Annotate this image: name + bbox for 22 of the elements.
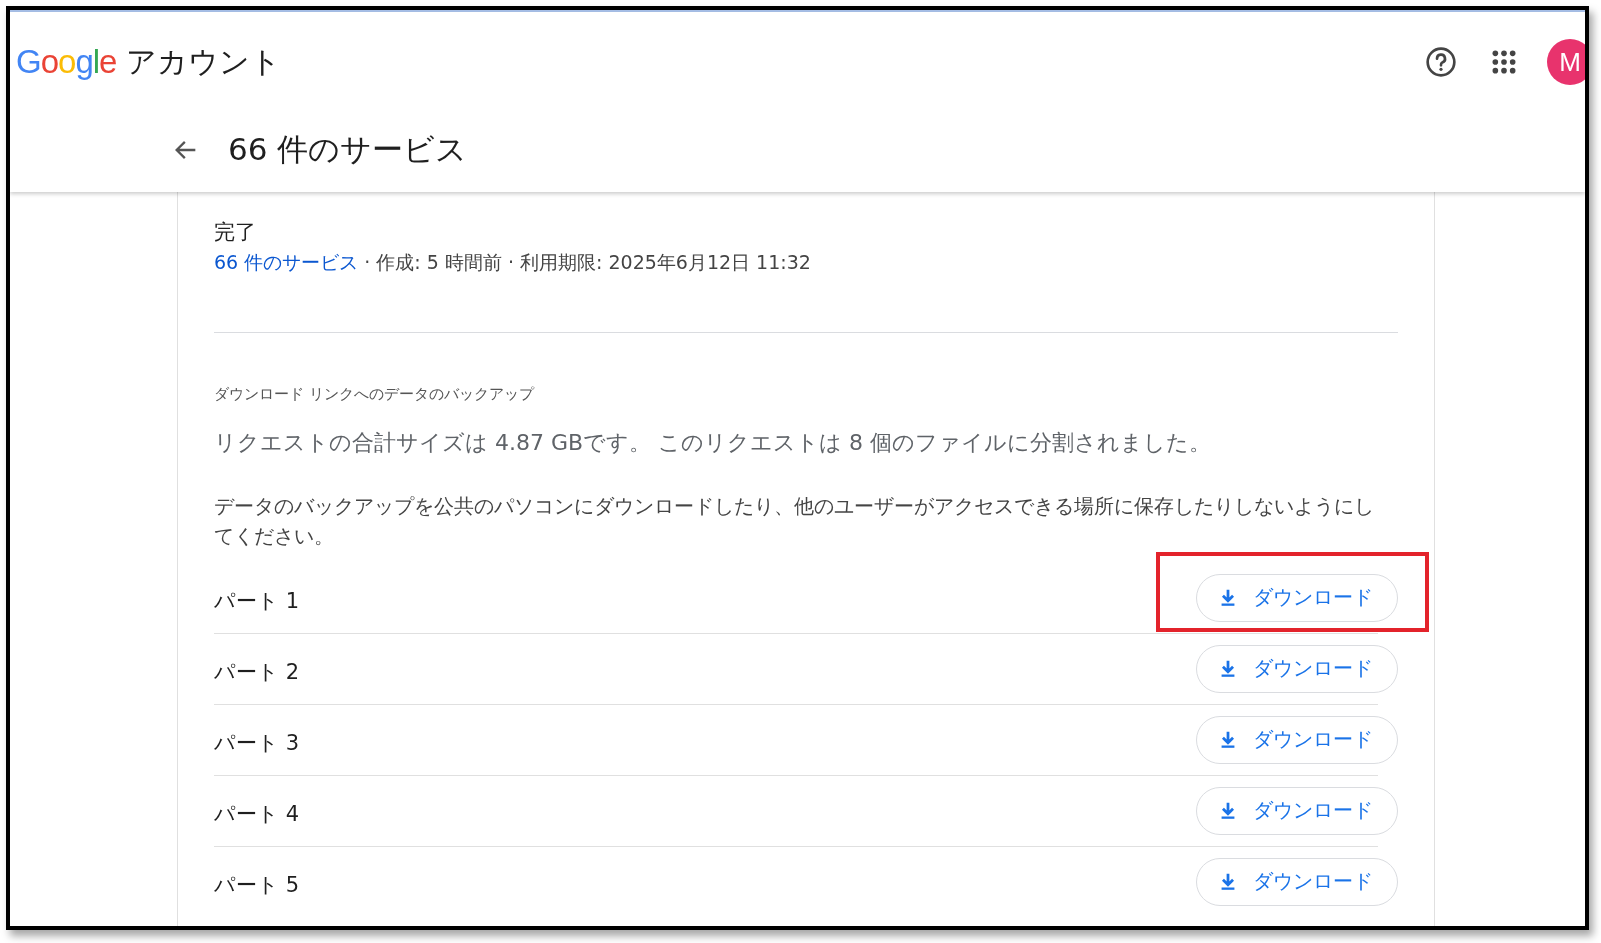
google-logo[interactable]: Google — [16, 43, 117, 81]
warning-text: データのバックアップを公共のパソコンにダウンロードしたり、他のユーザーがアクセスできる場所に保存したりしないようにしてください。 — [214, 494, 1375, 550]
download-button[interactable]: ダウンロード — [1196, 786, 1398, 835]
download-button[interactable]: ダウンロード — [1196, 573, 1398, 622]
services-link[interactable]: 66 件のサービス — [214, 251, 359, 273]
export-status: 完了 — [214, 219, 257, 246]
user-avatar[interactable]: M — [1547, 39, 1585, 85]
section-label: ダウンロード リンクへのデータのバックアップ — [214, 385, 536, 404]
export-details: 66 件のサービス · 作成: 5 時間前 · 利用期限: 2025年6月12日 11:32 — [214, 250, 812, 275]
download-button[interactable]: ダウンロード — [1196, 715, 1398, 764]
part-label: パート 2 — [214, 658, 301, 686]
part-label: パート 1 — [214, 587, 301, 615]
part-label: パート 3 — [214, 729, 301, 757]
part-label: パート 5 — [214, 871, 301, 899]
help-icon[interactable] — [1425, 46, 1457, 78]
size-text: リクエストの合計サイズは 4.87 GBです。 このリクエストは 8 個のファイルに分割されました。 — [214, 429, 1213, 457]
apps-grid-icon[interactable] — [1491, 49, 1517, 75]
download-button[interactable]: ダウンロード — [1196, 857, 1398, 906]
download-button[interactable]: ダウンロード — [1196, 644, 1398, 693]
part-label: パート 4 — [214, 800, 301, 828]
page-title: 66 件のサービス — [228, 129, 468, 169]
product-name: アカウント — [126, 42, 282, 81]
